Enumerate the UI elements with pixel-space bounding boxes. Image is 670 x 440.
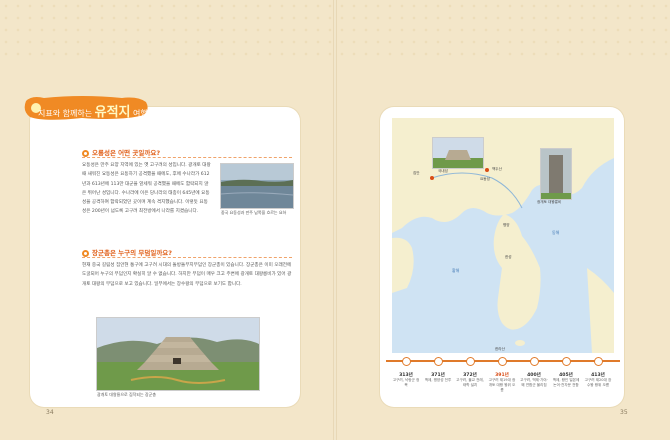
timeline-desc: 고구려, 백제·가야·왜 연합군 물리침 (520, 378, 548, 387)
timeline-item: 372년 고구려, 불교 전래, 태학 설치 (456, 372, 484, 388)
timeline-item: 413년 고구려 제20대 장수왕 왕위 오름 (584, 372, 612, 388)
section2-divider (82, 257, 292, 258)
banner-prefix: 지표와 함께하는 (38, 109, 93, 118)
map-label-jiban: 집안 (413, 171, 420, 175)
timeline-desc: 고구려, 낙랑군 정복 (392, 378, 420, 387)
section2-body: 현재 중국 길림성 집안현 통구에 고구려 시대의 돌방돌무지무덤인 장군총이 … (82, 263, 292, 287)
map-of-korea (392, 118, 614, 353)
timeline-dot (466, 357, 475, 366)
banner-title: 지표와 함께하는 유적지 여행 (38, 101, 148, 120)
map-label-gungnae: 국내성 (438, 169, 448, 173)
timeline-dot (562, 357, 571, 366)
banner-main: 유적지 (94, 105, 131, 120)
section2-photo-caption: 광개토 대왕릉으로 짐작되는 장군총 (97, 392, 157, 397)
book-gutter (333, 0, 337, 440)
section1-question: 오룡성은 어떤 곳일까요? (82, 147, 160, 157)
janggunchong-photo (96, 317, 260, 391)
tomb-inset-photo (432, 137, 484, 169)
map-label-stele: 광개토 대왕릉비 (537, 200, 562, 204)
timeline-item: 371년 백제, 평양성 전투 (424, 372, 452, 383)
timeline-dot (498, 357, 507, 366)
map-label-hansan: 한라산 (495, 347, 505, 351)
timeline-desc: 고구려 제19대 광개토 대왕 왕위 오름 (488, 378, 516, 392)
section1-divider (82, 157, 292, 158)
section1-body: 요동성은 만주 요양 지역에 있는 옛 고구려의 성입니다. 광개토 대왕 때 … (82, 163, 211, 215)
timeline-item: 313년 고구려, 낙랑군 정복 (392, 372, 420, 388)
banner-suffix: 여행 (133, 109, 148, 118)
liaodong-photo (220, 163, 294, 209)
map-label-pyeongyang: 평양 (503, 223, 510, 227)
timeline-item: 391년 고구려 제19대 광개토 대왕 왕위 오름 (488, 372, 516, 393)
stele-inset-photo (540, 148, 572, 200)
timeline-dot (530, 357, 539, 366)
timeline-desc: 백제, 왕인 일본에 논어·천자문 전함 (552, 378, 580, 387)
left-page-number: 34 (46, 409, 54, 416)
timeline-item: 400년 고구려, 백제·가야·왜 연합군 물리침 (520, 372, 548, 388)
map-label-east-sea: 동해 (552, 230, 560, 235)
map-label-baekdu: 백두산 (492, 167, 502, 171)
timeline-item: 405년 백제, 왕인 일본에 논어·천자문 전함 (552, 372, 580, 388)
question-bullet-icon (82, 149, 89, 157)
map-label-yellow-sea: 황해 (452, 268, 460, 273)
timeline-desc: 고구려 제20대 장수왕 왕위 오름 (584, 378, 612, 387)
question-bullet-icon (82, 249, 89, 257)
timeline-dot (434, 357, 443, 366)
map-label-hanseong: 한성 (505, 255, 512, 259)
timeline-desc: 백제, 평양성 전투 (424, 378, 452, 382)
section1-photo-caption: 중국 요동성과 만주 남쪽을 흐르는 요하 (221, 210, 287, 215)
section2-question: 장군총은 누구의 무덤일까요? (82, 247, 172, 257)
map-label-liaodong: 요동성 (480, 177, 490, 181)
timeline-desc: 고구려, 불교 전래, 태학 설치 (456, 378, 484, 387)
right-page-number: 35 (620, 409, 628, 416)
timeline-dot (594, 357, 603, 366)
timeline-dot (402, 357, 411, 366)
